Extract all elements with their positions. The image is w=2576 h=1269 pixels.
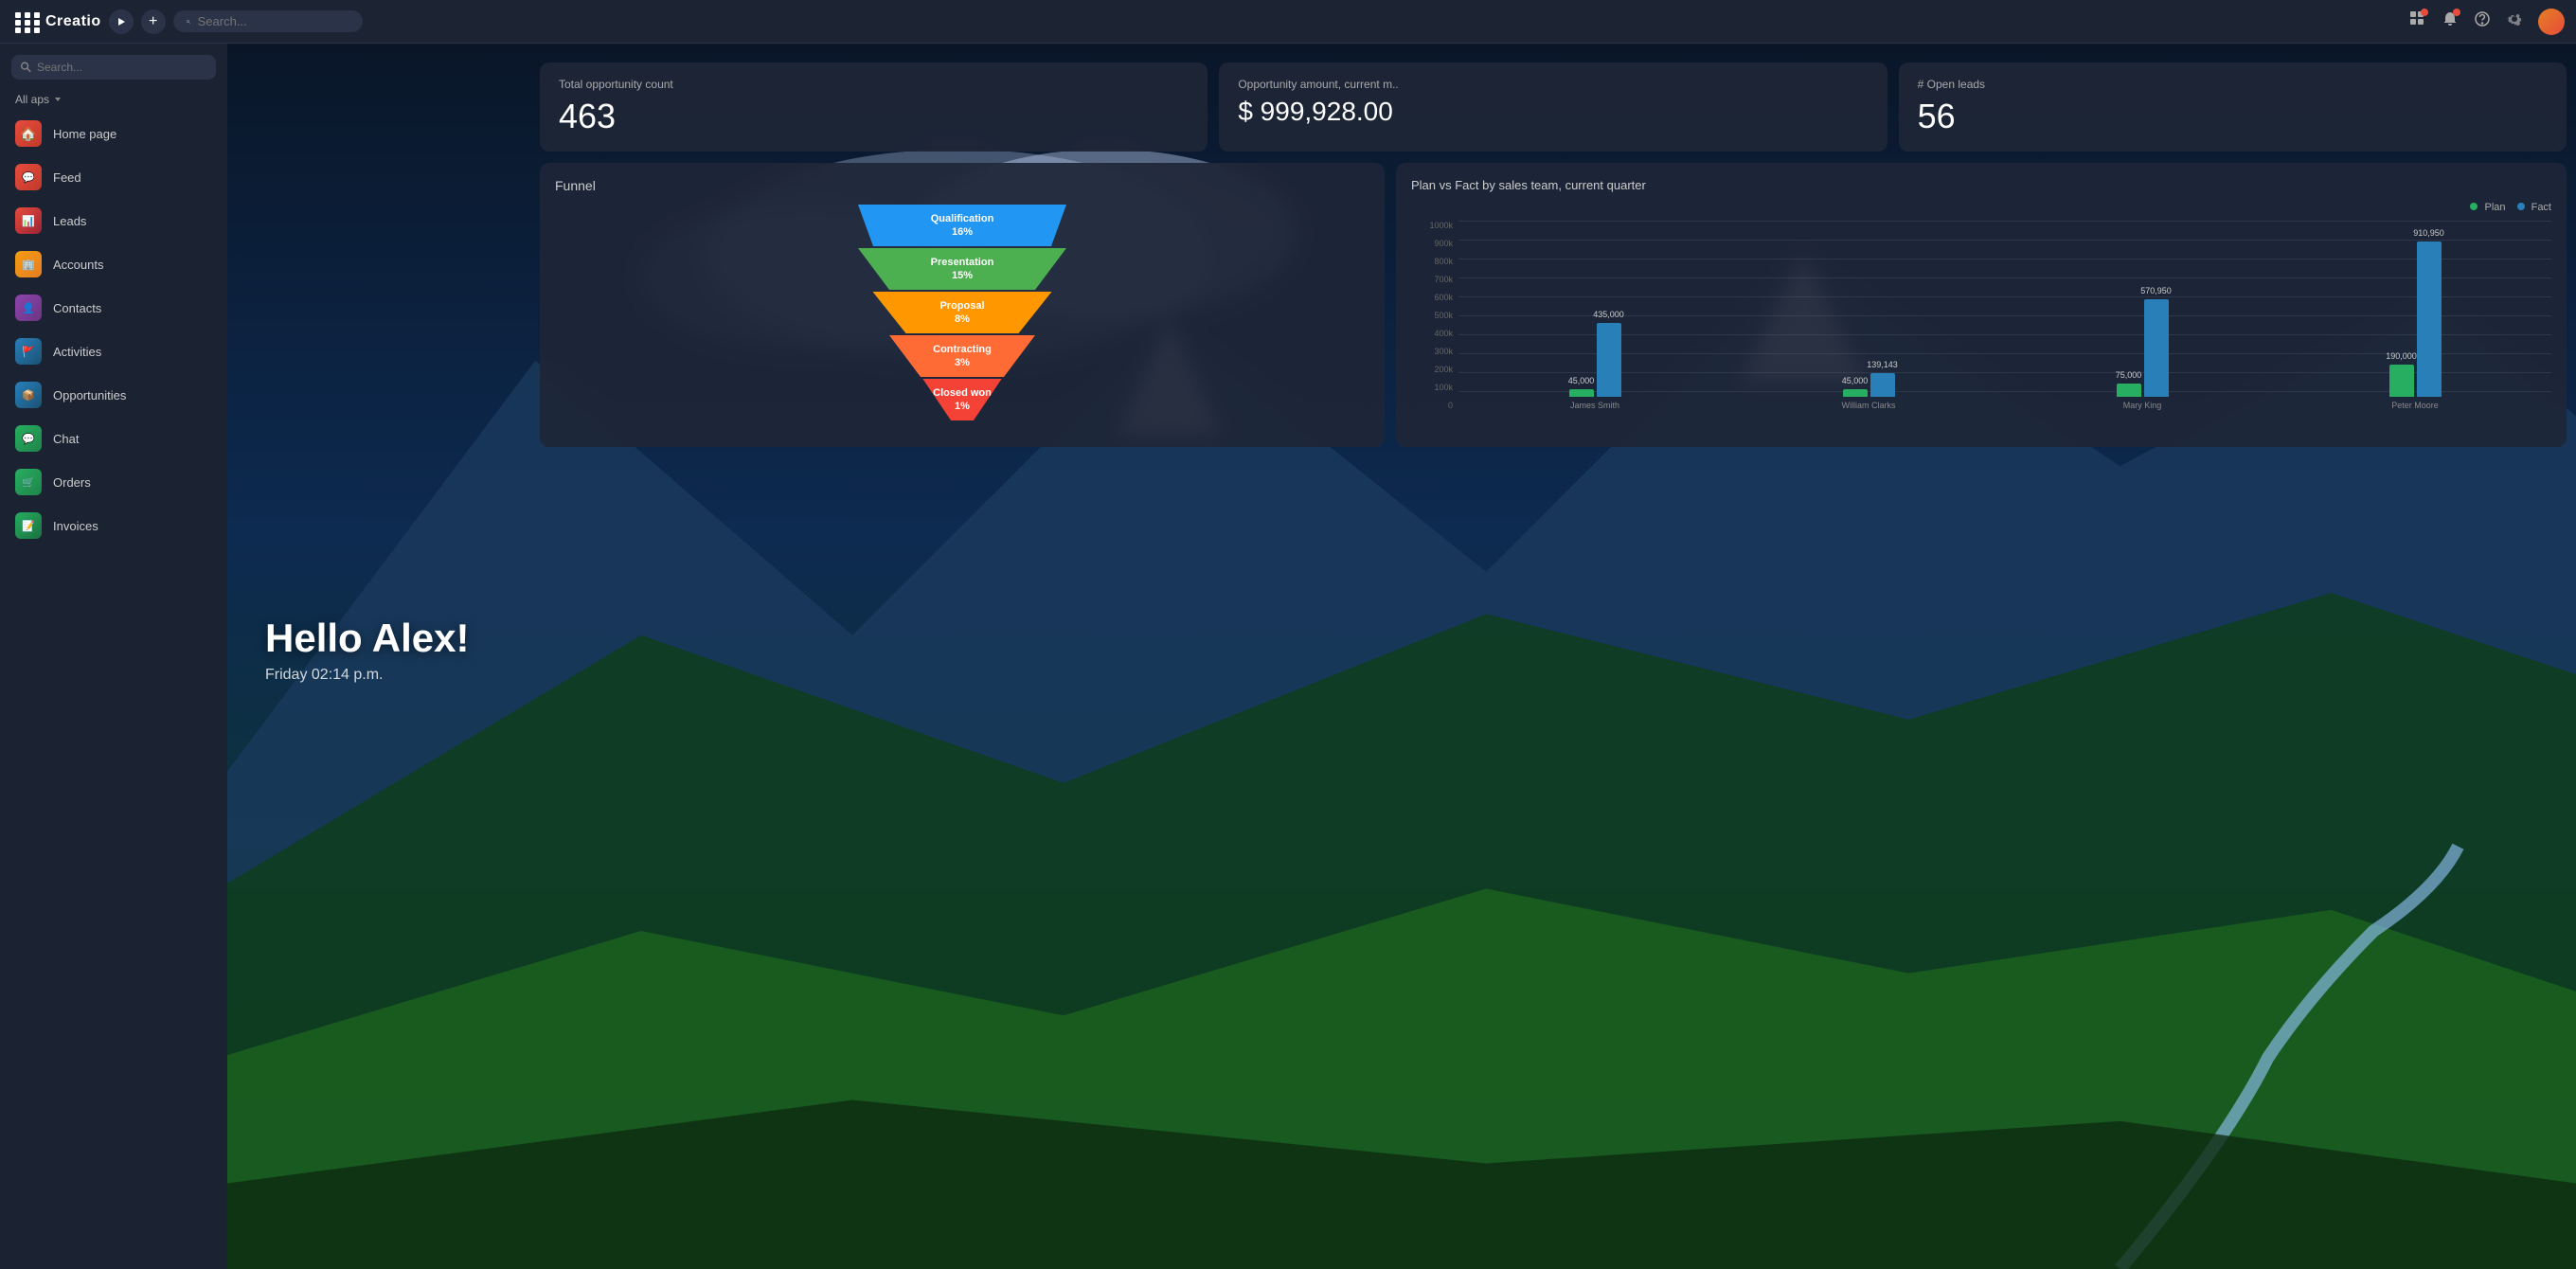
bars-group: 45,000435,000James Smith45,000139,143Wil… — [1458, 241, 2551, 429]
open-leads-card: # Open leads 56 — [1899, 63, 2567, 152]
bar-plan-2[interactable]: 75,000 — [2117, 384, 2141, 397]
notification-icon[interactable] — [2442, 10, 2459, 32]
sidebar-item-invoices[interactable]: 📝 Invoices — [0, 504, 227, 547]
funnel-widget: Funnel Qualification16%Presentation15%Pr… — [540, 163, 1385, 447]
opportunity-amount-label: Opportunity amount, current m.. — [1238, 78, 1868, 91]
sidebar-item-label: Chat — [53, 432, 79, 446]
sidebar-item-feed[interactable]: 💬 Feed — [0, 155, 227, 199]
funnel-container: Qualification16%Presentation15%Proposal8… — [555, 205, 1369, 420]
hero-greeting: Hello Alex! — [265, 616, 470, 661]
sidebar-item-label: Leads — [53, 214, 86, 228]
widgets-area: Total opportunity count 463 Opportunity … — [540, 63, 2567, 447]
grid-icon[interactable] — [11, 9, 38, 35]
opportunity-amount-value: $ 999,928.00 — [1238, 97, 1868, 127]
sidebar-item-label: Opportunities — [53, 388, 126, 402]
bar-plan-3[interactable]: 190,000 — [2389, 365, 2414, 397]
sidebar-item-opportunities[interactable]: 📦 Opportunities — [0, 373, 227, 417]
bar-label-2: Mary King — [2123, 401, 2162, 410]
funnel-segment-2[interactable]: Proposal8% — [873, 292, 1052, 333]
bar-fact-2[interactable]: 570,950 — [2144, 299, 2169, 397]
funnel-segment-4[interactable]: Closed won1% — [906, 379, 1019, 420]
sidebar-item-label: Feed — [53, 170, 81, 185]
opportunity-count-value: 463 — [559, 97, 1189, 136]
bar-label-0: James Smith — [1570, 401, 1619, 410]
bar-plan-1[interactable]: 45,000 — [1843, 389, 1868, 397]
opportunities-icon: 📦 — [15, 382, 42, 408]
open-leads-label: # Open leads — [1918, 78, 2548, 91]
opportunity-count-label: Total opportunity count — [559, 78, 1189, 91]
opportunity-amount-card: Opportunity amount, current m.. $ 999,92… — [1219, 63, 1887, 152]
help-icon[interactable] — [2474, 10, 2491, 32]
sidebar-search[interactable] — [11, 55, 216, 80]
sidebar-item-label: Activities — [53, 345, 101, 359]
charts-row: Funnel Qualification16%Presentation15%Pr… — [540, 163, 2567, 447]
leads-icon: 📊 — [15, 207, 42, 234]
user-avatar[interactable] — [2538, 9, 2565, 35]
stat-cards-row: Total opportunity count 463 Opportunity … — [540, 63, 2567, 152]
legend-fact: Fact — [2517, 202, 2551, 213]
main-content: Hello Alex! Friday 02:14 p.m. Total oppo… — [227, 44, 2576, 1269]
sidebar-item-contacts[interactable]: 👤 Contacts — [0, 286, 227, 330]
sidebar-search-input[interactable] — [37, 61, 206, 74]
sidebar-item-label: Contacts — [53, 301, 101, 315]
top-bar-right — [2409, 9, 2565, 35]
top-search[interactable] — [173, 10, 363, 32]
bar-group-2: 75,000570,950 Mary King — [2117, 299, 2169, 410]
chart-area: 1000k900k800k700k600k500k400k300k200k100… — [1411, 221, 2551, 429]
bar-label-3: Peter Moore — [2391, 401, 2439, 410]
chat-icon: 💬 — [15, 425, 42, 452]
bar-label-1: William Clarks — [1842, 401, 1896, 410]
apps-grid-icon[interactable] — [2409, 10, 2426, 32]
sidebar-item-label: Home page — [53, 127, 116, 141]
play-button[interactable] — [109, 9, 134, 34]
sidebar-item-label: Invoices — [53, 519, 98, 533]
bar-group-1: 45,000139,143 William Clarks — [1842, 373, 1896, 410]
funnel-title: Funnel — [555, 178, 1369, 193]
sidebar-item-home[interactable]: 🏠 Home page — [0, 112, 227, 155]
sidebar-item-accounts[interactable]: 🏢 Accounts — [0, 242, 227, 286]
funnel-segment-3[interactable]: Contracting3% — [889, 335, 1035, 377]
invoices-icon: 📝 — [15, 512, 42, 539]
top-search-input[interactable] — [198, 14, 349, 28]
feed-icon: 💬 — [15, 164, 42, 190]
funnel-segment-1[interactable]: Presentation15% — [858, 248, 1066, 290]
top-bar: Creatio + — [0, 0, 2576, 44]
sidebar-item-label: Orders — [53, 475, 91, 490]
chart-legend: Plan Fact — [1411, 202, 2551, 213]
legend-plan: Plan — [2470, 202, 2505, 213]
bar-fact-0[interactable]: 435,000 — [1597, 323, 1621, 397]
open-leads-value: 56 — [1918, 97, 2548, 136]
bar-fact-3[interactable]: 910,950 — [2417, 241, 2442, 397]
sidebar: All aps 🏠 Home page 💬 Feed 📊 Leads 🏢 Acc… — [0, 44, 227, 1269]
y-axis: 1000k900k800k700k600k500k400k300k200k100… — [1411, 221, 1453, 410]
home-icon: 🏠 — [15, 120, 42, 147]
chart-widget: Plan vs Fact by sales team, current quar… — [1396, 163, 2567, 447]
chart-title: Plan vs Fact by sales team, current quar… — [1411, 178, 2551, 192]
activities-icon: 🚩 — [15, 338, 42, 365]
bar-group-3: 190,000910,950 Peter Moore — [2389, 241, 2442, 410]
bar-plan-0[interactable]: 45,000 — [1569, 389, 1594, 397]
hero-datetime: Friday 02:14 p.m. — [265, 667, 470, 684]
hero-text: Hello Alex! Friday 02:14 p.m. — [227, 616, 508, 684]
settings-icon[interactable] — [2506, 10, 2523, 32]
contacts-icon: 👤 — [15, 295, 42, 321]
bar-group-0: 45,000435,000 James Smith — [1569, 323, 1621, 410]
sidebar-item-leads[interactable]: 📊 Leads — [0, 199, 227, 242]
accounts-icon: 🏢 — [15, 251, 42, 277]
sidebar-item-chat[interactable]: 💬 Chat — [0, 417, 227, 460]
logo: Creatio — [45, 13, 101, 30]
add-button[interactable]: + — [141, 9, 166, 34]
bar-fact-1[interactable]: 139,143 — [1870, 373, 1895, 397]
orders-icon: 🛒 — [15, 469, 42, 495]
top-bar-left: Creatio + — [11, 9, 363, 35]
sidebar-item-activities[interactable]: 🚩 Activities — [0, 330, 227, 373]
sidebar-item-orders[interactable]: 🛒 Orders — [0, 460, 227, 504]
all-apps-dropdown[interactable]: All aps — [0, 87, 227, 112]
opportunity-count-card: Total opportunity count 463 — [540, 63, 1208, 152]
sidebar-item-label: Accounts — [53, 258, 103, 272]
funnel-segment-0[interactable]: Qualification16% — [858, 205, 1066, 246]
